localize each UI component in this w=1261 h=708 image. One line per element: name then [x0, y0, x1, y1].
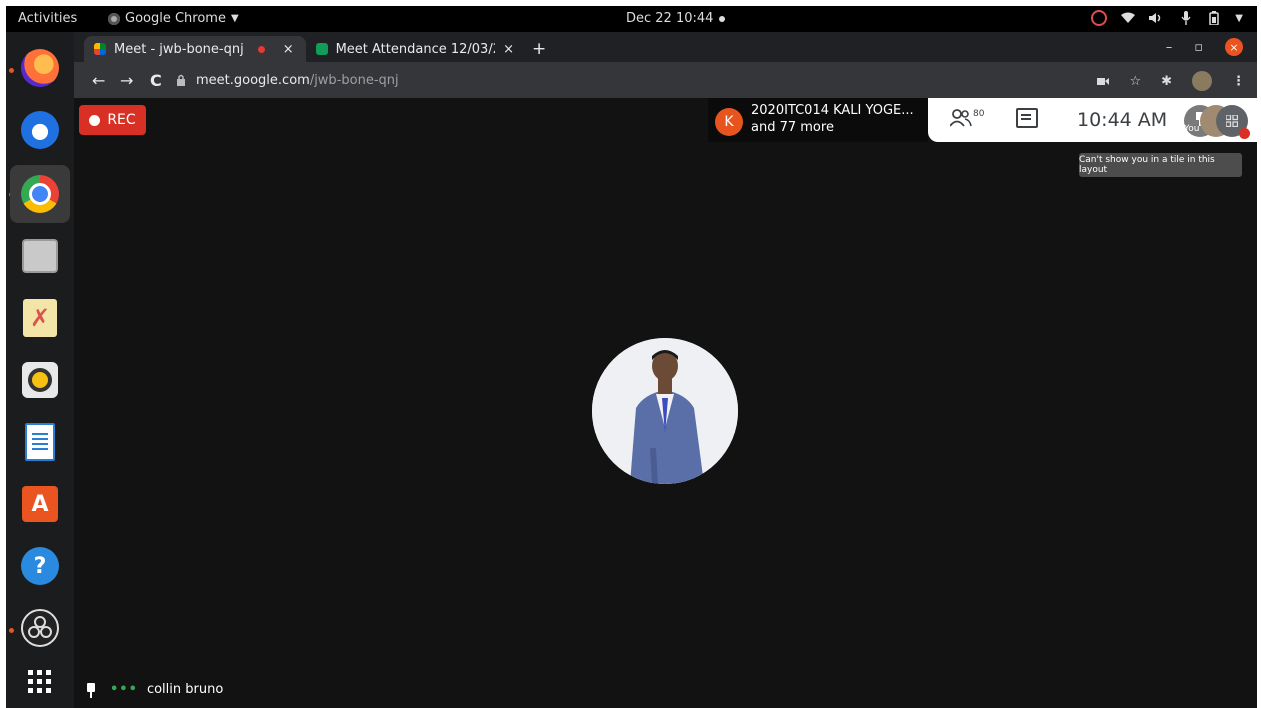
dock: ✗ A ? [6, 32, 74, 708]
dock-item-files[interactable] [18, 234, 62, 278]
clock[interactable]: Dec 22 10:44 [626, 11, 726, 26]
lock-icon [177, 74, 185, 86]
meet-top-panel: 80 10:44 AM You [928, 98, 1257, 142]
chrome-menu-icon[interactable]: ⋮ [1232, 74, 1245, 89]
desktop: Activities Google Chrome ▼ Dec 22 10:44 … [6, 6, 1257, 708]
meet-favicon-icon [94, 43, 106, 55]
camera-icon[interactable] [1097, 77, 1110, 86]
new-tab-button[interactable]: + [532, 39, 546, 59]
active-speakers-chip[interactable]: K 2020ITC014 KALI YOGE... and 77 more [708, 98, 928, 142]
battery-icon [1209, 11, 1220, 25]
reload-button[interactable]: C [150, 71, 162, 90]
running-indicator-obs [9, 628, 14, 633]
dock-item-software[interactable]: A [18, 482, 62, 526]
firefox-icon [21, 49, 59, 87]
recording-label: REC [107, 112, 136, 128]
clock-text: Dec 22 10:44 [626, 11, 714, 26]
chat-icon[interactable] [1016, 108, 1038, 128]
back-button[interactable]: ← [92, 71, 105, 90]
presenter-photo [592, 338, 738, 484]
folder-icon [22, 239, 58, 273]
people-icon [950, 109, 972, 127]
system-tray[interactable]: ▼ [1091, 10, 1243, 26]
dock-item-chrome[interactable] [10, 165, 70, 223]
notification-dot-icon [719, 15, 726, 22]
more-options-icon[interactable]: ••• [110, 682, 138, 697]
show-applications-button[interactable] [18, 660, 62, 704]
chrome-app-icon [108, 12, 120, 25]
grid-icon [1226, 115, 1238, 127]
browser-toolbar: ← → C meet.google.com/jwb-bone-qnj ☆ ✱ ⋮ [74, 62, 1257, 98]
tooltip: Can't show you in a tile in this layout [1079, 153, 1242, 177]
speaker-name: 2020ITC014 KALI YOGE... [751, 103, 914, 118]
record-dot-icon [89, 114, 101, 126]
minimize-button[interactable]: – [1166, 40, 1173, 55]
help-icon: ? [21, 547, 59, 585]
toolbar-actions: ☆ ✱ ⋮ [1097, 71, 1245, 91]
extensions-icon[interactable]: ✱ [1161, 74, 1172, 89]
chrome-icon [21, 175, 59, 213]
you-label: You [1184, 124, 1200, 134]
system-menu-arrow-icon: ▼ [1235, 12, 1243, 24]
ubuntu-update-icon[interactable] [1091, 10, 1108, 26]
app-grid-icon [28, 670, 51, 693]
activities-button[interactable]: Activities [18, 11, 77, 26]
speaker-more: and 77 more [751, 120, 834, 135]
url-path: /jwb-bone-qnj [309, 72, 399, 88]
tab-meet-attendance[interactable]: Meet Attendance 12/03/2 × [306, 36, 524, 62]
window-controls: – ▫ × [1166, 38, 1243, 56]
tab-meet[interactable]: Meet - jwb-bone-qnj × [84, 36, 306, 62]
chevron-down-icon: ▼ [230, 13, 239, 24]
presenter-avatar [592, 338, 738, 484]
dock-item-help[interactable]: ? [18, 544, 62, 588]
meeting-time: 10:44 AM [1077, 109, 1168, 131]
url-host: meet.google.com [196, 72, 310, 88]
remove-badge-icon [1239, 128, 1250, 139]
forward-button[interactable]: → [120, 71, 133, 90]
bookmark-star-icon[interactable]: ☆ [1129, 74, 1141, 89]
app-menu[interactable]: Google Chrome ▼ [108, 11, 239, 26]
chrome-window: Meet - jwb-bone-qnj × Meet Attendance 12… [74, 32, 1257, 98]
top-bar: Activities Google Chrome ▼ Dec 22 10:44 … [6, 6, 1257, 32]
meet-stage: REC K 2020ITC014 KALI YOGE... and 77 mor… [74, 98, 1257, 708]
dock-item-rhythmbox[interactable] [18, 358, 62, 402]
tab-strip: Meet - jwb-bone-qnj × Meet Attendance 12… [74, 32, 1257, 62]
self-view-thumbnails[interactable]: You [1184, 104, 1250, 139]
speaker-icon [22, 362, 58, 398]
recording-indicator-icon [257, 45, 265, 53]
tab-title: Meet - jwb-bone-qnj [114, 41, 244, 57]
participants-count: 80 [973, 109, 985, 119]
dock-item-text-editor[interactable]: ✗ [18, 296, 62, 340]
writer-document-icon [25, 423, 55, 461]
mic-icon [1181, 11, 1191, 25]
sheets-favicon-icon [316, 43, 328, 55]
close-tab-icon[interactable]: × [283, 42, 294, 57]
text-editor-icon: ✗ [23, 299, 57, 337]
dock-item-obs[interactable] [18, 606, 62, 650]
dock-item-thunderbird[interactable] [18, 108, 62, 152]
app-menu-label: Google Chrome [125, 11, 226, 26]
volume-icon [1149, 13, 1161, 23]
tab-title: Meet Attendance 12/03/2 [335, 41, 496, 57]
close-window-button[interactable]: × [1225, 38, 1243, 56]
obs-icon [21, 609, 59, 647]
profile-avatar[interactable] [1192, 71, 1212, 91]
dock-item-firefox[interactable] [18, 46, 62, 90]
close-tab-icon[interactable]: × [503, 42, 514, 57]
thunderbird-icon [21, 111, 59, 149]
presenter-bar: ••• collin bruno [86, 682, 224, 698]
wifi-icon [1121, 12, 1136, 23]
recording-badge: REC [79, 105, 146, 135]
software-store-icon: A [22, 486, 58, 522]
address-bar[interactable]: meet.google.com/jwb-bone-qnj [176, 68, 399, 92]
pin-icon[interactable] [86, 682, 96, 698]
layout-grid-button[interactable] [1216, 105, 1250, 139]
running-indicator-firefox [9, 68, 14, 73]
presenter-name: collin bruno [146, 682, 224, 697]
participants-button[interactable]: 80 [950, 109, 984, 127]
restore-button[interactable]: ▫ [1194, 40, 1203, 55]
speaker-avatar: K [715, 108, 743, 136]
dock-item-libreoffice-writer[interactable] [18, 420, 62, 464]
